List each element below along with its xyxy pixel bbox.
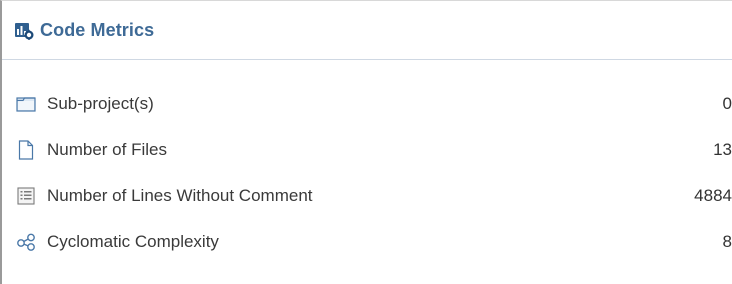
lines-list-icon [15, 186, 37, 206]
code-metrics-panel: Code Metrics Sub-project(s) 0 Number of [0, 0, 732, 284]
metrics-list: Sub-project(s) 0 Number of Files 13 Numb… [2, 81, 732, 265]
metric-value: 8 [722, 232, 732, 251]
code-metrics-icon [14, 20, 34, 40]
metric-value: 4884 [694, 186, 732, 205]
metric-value: 0 [722, 94, 732, 113]
graph-nodes-icon [15, 232, 37, 252]
panel-header: Code Metrics [2, 1, 732, 60]
metric-row-files: Number of Files 13 [2, 127, 732, 173]
metric-label: Number of Lines Without Comment [47, 186, 313, 205]
metric-label: Number of Files [47, 140, 167, 159]
folder-icon [15, 94, 37, 114]
metric-value: 13 [713, 140, 732, 159]
file-icon [15, 140, 37, 160]
metric-row-complexity: Cyclomatic Complexity 8 [2, 219, 732, 265]
metric-label: Cyclomatic Complexity [47, 232, 219, 251]
metric-row-lines: Number of Lines Without Comment 4884 [2, 173, 732, 219]
metric-label: Sub-project(s) [47, 94, 154, 113]
metric-row-subprojects: Sub-project(s) 0 [2, 81, 732, 127]
panel-title: Code Metrics [40, 19, 155, 40]
